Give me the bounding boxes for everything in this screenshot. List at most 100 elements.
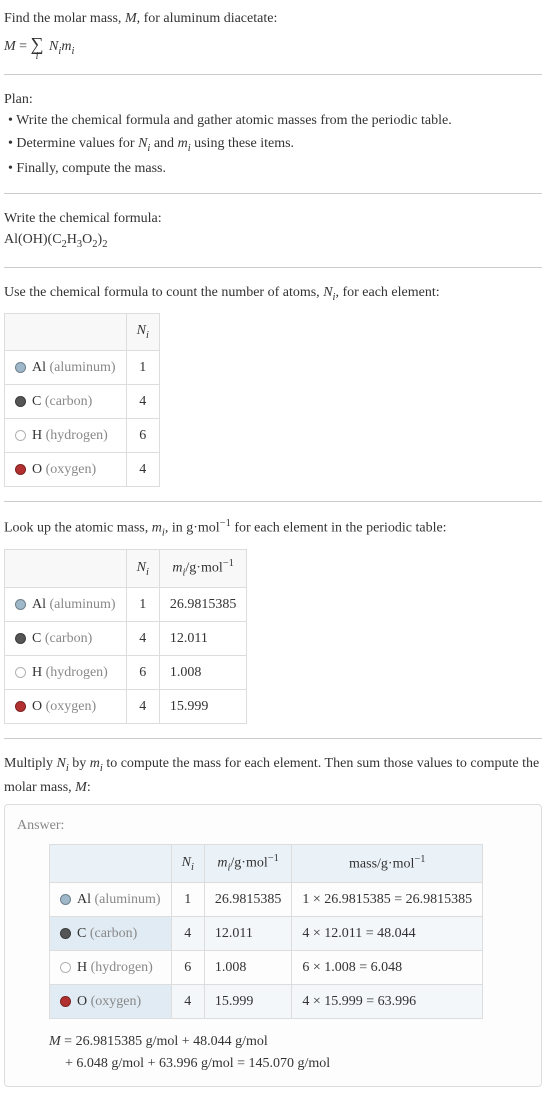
element-dot-icon — [15, 464, 26, 475]
final-var: M — [49, 1034, 61, 1049]
element-cell-c: C (carbon) — [50, 916, 172, 950]
th-ni-sub: i — [146, 330, 149, 341]
plan-item-3: • Finally, compute the mass. — [8, 158, 542, 179]
divider — [4, 501, 542, 502]
element-cell-c: C (carbon) — [5, 622, 127, 656]
el-label: (carbon) — [45, 394, 92, 409]
table-row: H (hydrogen) 6 1.008 6 × 1.008 = 6.048 — [50, 950, 483, 984]
table-row: C (carbon) 4 12.011 4 × 12.011 = 48.044 — [50, 916, 483, 950]
step4-heading: Multiply Ni by mi to compute the mass fo… — [4, 753, 542, 798]
element-dot-icon — [15, 599, 26, 610]
divider — [4, 193, 542, 194]
chem-p2: H — [67, 232, 77, 247]
el-label: (carbon) — [90, 926, 137, 941]
s3h-mid: , in g·mol — [165, 520, 220, 535]
el-name: O — [32, 699, 42, 714]
th-mass: mass/g·mol−1 — [292, 844, 483, 882]
th-mi-sup: −1 — [268, 853, 279, 864]
atom-count-table: Ni Al (aluminum) 1 C (carbon) 4 H (hydro… — [4, 313, 160, 487]
table-row: Al (aluminum) 1 26.9815385 — [5, 588, 247, 622]
step2-block: Use the chemical formula to count the nu… — [4, 282, 542, 487]
el-label: (aluminum) — [95, 892, 161, 907]
n-value: 1 — [126, 588, 159, 622]
answer-table: Ni mi/g·mol−1 mass/g·mol−1 Al (aluminum)… — [49, 844, 483, 1019]
n-value: 4 — [171, 984, 204, 1018]
element-cell-o: O (oxygen) — [5, 452, 127, 486]
chem-p1: Al(OH)(C — [4, 232, 62, 247]
th-mi-var: m — [217, 855, 227, 870]
step1-block: Write the chemical formula: Al(OH)(C2H3O… — [4, 208, 542, 253]
mass-calc: 4 × 12.011 = 48.044 — [292, 916, 483, 950]
answer-label: Answer: — [17, 815, 529, 836]
element-cell-h: H (hydrogen) — [5, 418, 127, 452]
formula-ni: Ni — [49, 39, 61, 54]
n-value: 4 — [126, 384, 159, 418]
plan-item-2: • Determine values for Ni and mi using t… — [8, 133, 542, 157]
m-value: 1.008 — [159, 656, 247, 690]
m-value: 26.9815385 — [204, 882, 292, 916]
element-dot-icon — [15, 362, 26, 373]
table-row: O (oxygen) 4 15.999 4 × 15.999 = 63.996 — [50, 984, 483, 1018]
m-value: 12.011 — [159, 622, 247, 656]
el-name: H — [77, 960, 87, 975]
n-value: 6 — [126, 656, 159, 690]
final-calculation: M = 26.9815385 g/mol + 48.044 g/mol + 6.… — [49, 1031, 529, 1076]
el-name: C — [77, 926, 86, 941]
th-mi-sup: −1 — [223, 558, 234, 569]
el-label: (oxygen) — [46, 462, 97, 477]
el-label: (hydrogen) — [46, 428, 108, 443]
chem-p3: O — [82, 232, 92, 247]
mi-sub: i — [71, 46, 74, 57]
th-mi: mi/g·mol−1 — [159, 549, 247, 587]
table-row: O (oxygen) 4 — [5, 452, 160, 486]
th-mass-sup: −1 — [414, 854, 425, 865]
plan2-after: using these items. — [191, 136, 294, 151]
s4h-n: N — [57, 756, 66, 771]
el-label: (aluminum) — [50, 360, 116, 375]
s3h-var: m — [152, 520, 162, 535]
s4h-m: m — [90, 756, 100, 771]
s3h-after: for each element in the periodic table: — [231, 520, 447, 535]
table-row: H (hydrogen) 6 — [5, 418, 160, 452]
element-cell-al: Al (aluminum) — [5, 350, 127, 384]
el-name: Al — [77, 892, 91, 907]
table-header-row: Ni mi/g·mol−1 mass/g·mol−1 — [50, 844, 483, 882]
s4h-mid: by — [69, 756, 90, 771]
s4h-bigm: M — [75, 780, 87, 795]
el-label: (oxygen) — [46, 699, 97, 714]
mass-calc: 4 × 15.999 = 63.996 — [292, 984, 483, 1018]
table-header-row: Ni — [5, 314, 160, 351]
el-label: (aluminum) — [50, 597, 116, 612]
el-label: (hydrogen) — [46, 665, 108, 680]
s4h-after2: : — [87, 780, 91, 795]
m-value: 26.9815385 — [159, 588, 247, 622]
element-dot-icon — [15, 667, 26, 678]
element-dot-icon — [60, 928, 71, 939]
element-cell-h: H (hydrogen) — [5, 656, 127, 690]
element-dot-icon — [15, 701, 26, 712]
m-value: 15.999 — [159, 690, 247, 724]
s3h-before: Look up the atomic mass, — [4, 520, 152, 535]
m-value: 12.011 — [204, 916, 292, 950]
m-value: 15.999 — [204, 984, 292, 1018]
el-label: (carbon) — [45, 631, 92, 646]
el-name: C — [32, 394, 41, 409]
element-dot-icon — [15, 430, 26, 441]
element-dot-icon — [60, 894, 71, 905]
table-row: O (oxygen) 4 15.999 — [5, 690, 247, 724]
chemical-formula: Al(OH)(C2H3O2)2 — [4, 229, 542, 253]
answer-box: Answer: Ni mi/g·mol−1 mass/g·mol−1 Al (a… — [4, 804, 542, 1087]
final-line-1: M = 26.9815385 g/mol + 48.044 g/mol — [49, 1031, 529, 1053]
th-ni: Ni — [126, 314, 159, 351]
element-cell-al: Al (aluminum) — [5, 588, 127, 622]
intro-text-after: , for aluminum diacetate: — [137, 11, 278, 26]
s2h-var: N — [323, 285, 332, 300]
el-label: (oxygen) — [91, 994, 142, 1009]
element-dot-icon — [15, 633, 26, 644]
n-value: 4 — [126, 452, 159, 486]
plan2-and: and — [150, 136, 177, 151]
table-row: C (carbon) 4 12.011 — [5, 622, 247, 656]
s2h-after: , for each element: — [335, 285, 439, 300]
plan-list: • Write the chemical formula and gather … — [4, 110, 542, 180]
element-cell-h: H (hydrogen) — [50, 950, 172, 984]
